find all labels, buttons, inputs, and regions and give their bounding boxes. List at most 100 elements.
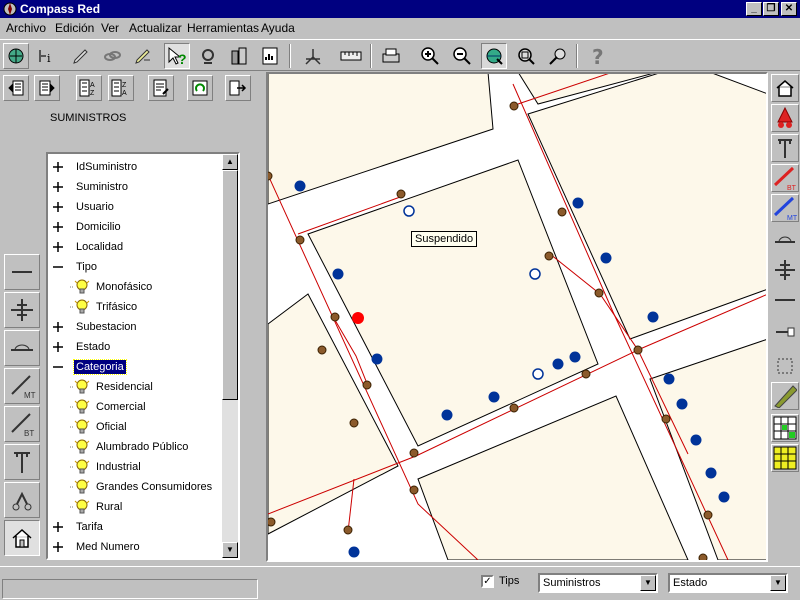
home-tool[interactable]	[4, 520, 40, 556]
tree-item[interactable]: Tarifa	[52, 518, 105, 536]
mt-line-tool[interactable]: MT	[4, 368, 40, 404]
layer-combo[interactable]: Suministros ▼	[538, 573, 658, 593]
menu-ver[interactable]: Ver	[101, 21, 119, 35]
refresh-button[interactable]	[187, 75, 213, 101]
tree-item[interactable]: Comercial	[70, 398, 148, 416]
globe-arrows-button[interactable]	[481, 43, 507, 69]
collapse-minus-icon[interactable]	[52, 261, 64, 273]
tree-item[interactable]: Subestacion	[52, 318, 139, 336]
ruler-button[interactable]	[338, 43, 364, 69]
grid-yellow-tool[interactable]	[771, 444, 799, 472]
edit-button[interactable]	[130, 43, 156, 69]
menu-edicion[interactable]: Edición	[55, 21, 94, 35]
tree-item[interactable]: IdSuministro	[52, 158, 139, 176]
expand-plus-icon[interactable]	[52, 541, 64, 553]
export-button[interactable]	[225, 75, 251, 101]
zoom-extent-button[interactable]	[513, 43, 539, 69]
tree-item[interactable]: Med Numero	[52, 538, 142, 556]
spiral-button[interactable]	[195, 43, 221, 69]
expand-plus-icon[interactable]	[52, 161, 64, 173]
info-button[interactable]: i	[33, 43, 59, 69]
tree-scrollbar[interactable]: ▲ ▼	[222, 154, 238, 558]
chevron-down-icon[interactable]: ▼	[770, 575, 786, 591]
bt-line-tool-right[interactable]: BT	[771, 164, 799, 192]
mt-line-tool-right[interactable]: MT	[771, 194, 799, 222]
tripod-button[interactable]	[300, 43, 326, 69]
close-button[interactable]: ✕	[781, 2, 797, 16]
menu-ayuda[interactable]: Ayuda	[261, 21, 295, 35]
transformer-tool[interactable]	[771, 104, 799, 132]
bt-line-tool[interactable]: BT	[4, 406, 40, 442]
tree-item[interactable]: Estado	[52, 338, 112, 356]
globe-button[interactable]	[3, 43, 29, 69]
cable-tool[interactable]	[4, 330, 40, 366]
expand-plus-icon[interactable]	[52, 521, 64, 533]
help-button[interactable]: ?	[585, 43, 611, 69]
cross-tool[interactable]	[4, 292, 40, 328]
collapse-minus-icon[interactable]	[52, 361, 64, 373]
road-tool[interactable]	[771, 382, 799, 410]
list-right-button[interactable]	[34, 75, 60, 101]
scroll-down-button[interactable]: ▼	[222, 542, 238, 558]
tree-item[interactable]: Industrial	[70, 458, 143, 476]
link-button[interactable]	[99, 43, 125, 69]
line-tool-right[interactable]	[771, 286, 799, 314]
cable-tool-right[interactable]	[771, 226, 799, 254]
expand-plus-icon[interactable]	[52, 341, 64, 353]
tree-item[interactable]: Alumbrado Público	[70, 438, 190, 456]
select-tool[interactable]	[771, 352, 799, 380]
building-button[interactable]	[226, 43, 252, 69]
menu-herramientas[interactable]: Herramientas	[187, 21, 259, 35]
expand-plus-icon[interactable]	[52, 241, 64, 253]
sort-za-button[interactable]: ZA	[108, 75, 134, 101]
info-icon: i	[39, 50, 51, 65]
zoom-out-button[interactable]	[449, 43, 475, 69]
field-combo[interactable]: Estado ▼	[668, 573, 788, 593]
tree-item[interactable]: Grandes Consumidores	[70, 478, 214, 496]
scroll-thumb[interactable]	[222, 170, 238, 400]
expand-plus-icon[interactable]	[52, 221, 64, 233]
customer-marker	[572, 197, 584, 209]
draw-button[interactable]	[68, 43, 94, 69]
report-button[interactable]	[257, 43, 283, 69]
tree-item[interactable]: Rural	[70, 498, 124, 516]
scroll-up-button[interactable]: ▲	[222, 154, 238, 170]
tree-item[interactable]: Residencial	[70, 378, 155, 396]
tree-item-label: Subestacion	[76, 321, 137, 333]
tips-checkbox[interactable]: ✓	[481, 575, 494, 588]
tree-item[interactable]: Usuario	[52, 198, 116, 216]
tree-item[interactable]: Suministro	[52, 178, 130, 196]
meter-tool[interactable]	[771, 318, 799, 346]
line-tool[interactable]	[4, 254, 40, 290]
pole-tool-right[interactable]	[771, 134, 799, 162]
pole-tool[interactable]	[4, 444, 40, 480]
expand-plus-icon[interactable]	[52, 201, 64, 213]
properties-button[interactable]	[148, 75, 174, 101]
tree-item[interactable]: Tipo	[52, 258, 99, 276]
vehicle-tool[interactable]	[4, 482, 40, 518]
minimize-button[interactable]: _	[746, 2, 762, 16]
cross-tool-right[interactable]	[771, 256, 799, 284]
tree-item[interactable]: Trifásico	[70, 298, 139, 316]
grid-green-tool[interactable]	[771, 414, 799, 442]
map-canvas[interactable]: Suspendido	[266, 72, 768, 562]
svg-text:BT: BT	[787, 185, 797, 191]
tree-item[interactable]: Monofásico	[70, 278, 154, 296]
expand-plus-icon[interactable]	[52, 321, 64, 333]
restore-button[interactable]: ❐	[763, 2, 779, 16]
home-tool-right[interactable]	[771, 74, 799, 102]
pan-button[interactable]	[545, 43, 571, 69]
tree-item[interactable]: Domicilio	[52, 218, 123, 236]
tree-item[interactable]: Localidad	[52, 238, 125, 256]
menu-archivo[interactable]: Archivo	[6, 21, 46, 35]
list-left-button[interactable]	[3, 75, 29, 101]
expand-plus-icon[interactable]	[52, 181, 64, 193]
tree-item[interactable]: Categoria	[52, 358, 127, 376]
zoom-in-button[interactable]	[417, 43, 443, 69]
sort-az-button[interactable]: AZ	[76, 75, 102, 101]
chevron-down-icon[interactable]: ▼	[640, 575, 656, 591]
tree-item[interactable]: Oficial	[70, 418, 129, 436]
menu-actualizar[interactable]: Actualizar	[129, 21, 182, 35]
help-cursor-button[interactable]: ?	[164, 43, 190, 69]
print-button[interactable]	[378, 43, 404, 69]
